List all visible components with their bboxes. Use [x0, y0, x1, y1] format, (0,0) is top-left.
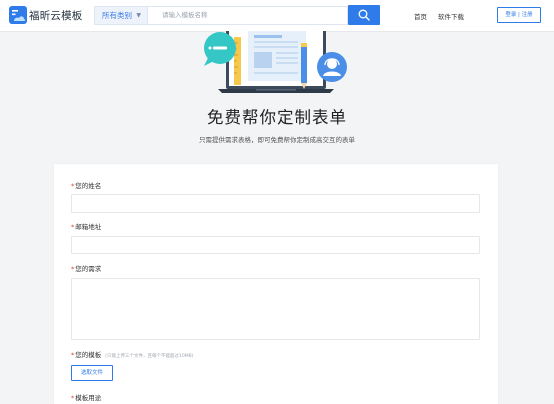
name-field-label: *您的姓名	[71, 180, 101, 190]
logo-text[interactable]: 福昕云模板	[29, 8, 83, 23]
search-placeholder: 请输入模板名称	[162, 11, 208, 19]
email-label-text: 邮箱地址	[75, 223, 102, 231]
requirement-label-text: 您的需求	[75, 265, 102, 273]
headset-support-icon	[317, 52, 347, 82]
search-icon	[358, 9, 370, 21]
email-field[interactable]	[71, 236, 480, 254]
page-subtitle: 只需提供需求表格，即可免费帮你定制成高交互的表单	[199, 136, 355, 144]
search-button[interactable]	[348, 5, 380, 25]
category-select[interactable]: 所有类别 ▼	[94, 6, 148, 25]
fuxin-cloud-logo-icon[interactable]	[9, 6, 27, 24]
nav-download-link[interactable]: 软件下载	[438, 11, 464, 21]
template-field-label: *您的模板 (只能上传三个文件，且每个不能超过10MB)	[71, 349, 193, 359]
required-mark: *	[71, 265, 75, 273]
page-title: 免费帮你定制表单	[207, 108, 347, 127]
required-mark: *	[71, 223, 75, 231]
template-hint: (只能上传三个文件，且每个不能超过10MB)	[105, 354, 194, 359]
top-header: 福昕云模板 所有类别 ▼ 请输入模板名称 首页 软件下载 登录 | 注册	[0, 0, 554, 32]
requirement-field-label: *您的需求	[71, 263, 101, 273]
email-field-label: *邮箱地址	[71, 221, 101, 231]
template-label-text: 您的模板	[75, 351, 102, 359]
category-select-value: 所有类别	[102, 11, 132, 20]
login-register-button[interactable]: 登录 | 注册	[497, 7, 541, 23]
requirement-textarea[interactable]	[71, 278, 480, 340]
nav-home-link[interactable]: 首页	[414, 11, 427, 21]
name-label-text: 您的姓名	[75, 182, 102, 190]
custom-form-card: *您的姓名 *邮箱地址 *您的需求 *您的模板 (只能上传三个文件，且每个不能超过…	[54, 164, 498, 404]
choose-file-button[interactable]: 选取文件	[71, 365, 113, 381]
required-mark: *	[71, 182, 75, 190]
required-mark: *	[71, 394, 75, 402]
name-field[interactable]	[71, 194, 480, 213]
chevron-down-icon: ▼	[136, 12, 141, 19]
search-input[interactable]: 请输入模板名称	[148, 6, 348, 25]
purpose-label-text: 模板用途	[75, 394, 102, 402]
hero-illustration	[196, 27, 356, 99]
purpose-field-label: *模板用途	[71, 392, 101, 402]
required-mark: *	[71, 351, 75, 359]
